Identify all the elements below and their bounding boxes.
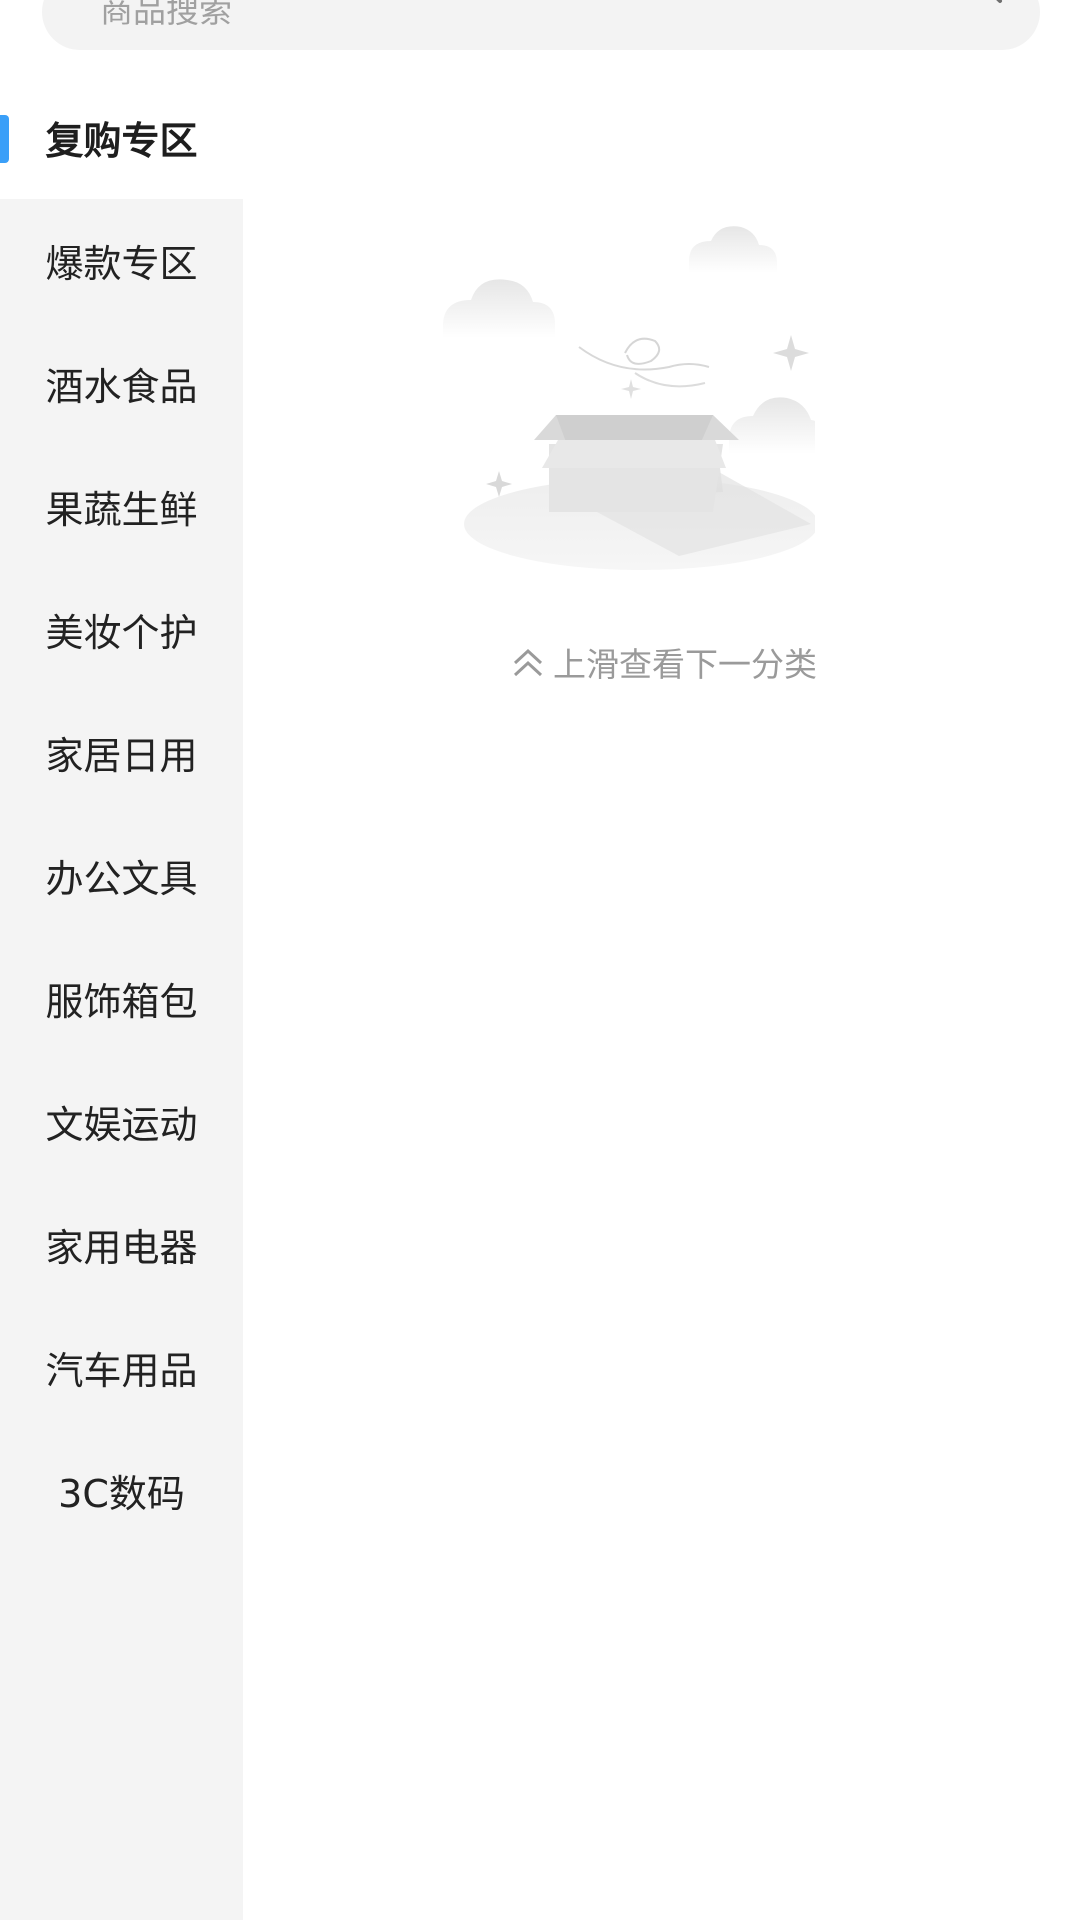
sidebar-item-label: 复购专区 (45, 119, 198, 163)
sidebar-item-label: 酒水食品 (45, 365, 198, 409)
category-content[interactable]: 上滑查看下一分类 (243, 76, 1080, 1920)
sidebar-item-label: 家用电器 (45, 1226, 198, 1270)
sidebar-item-label: 果蔬生鲜 (45, 488, 198, 532)
sidebar-item-digital[interactable]: 3C数码 (0, 1429, 243, 1552)
sidebar-item-home[interactable]: 家居日用 (0, 691, 243, 814)
sidebar-item-label: 3C数码 (58, 1472, 185, 1516)
search-bar[interactable] (42, 0, 1040, 50)
sidebar-item-label: 服饰箱包 (45, 980, 198, 1024)
empty-box-icon (443, 226, 815, 570)
sidebar-item-label: 美妆个护 (45, 611, 198, 655)
sidebar-item-beauty[interactable]: 美妆个护 (0, 568, 243, 691)
sidebar-item-label: 家居日用 (45, 734, 198, 778)
swipe-up-tip: 上滑查看下一分类 (511, 638, 817, 686)
chevron-up-icon (513, 648, 543, 677)
active-indicator (0, 115, 9, 163)
swipe-up-tip-text: 上滑查看下一分类 (553, 645, 817, 684)
sidebar-item-label: 爆款专区 (45, 242, 198, 286)
sidebar-item-auto[interactable]: 汽车用品 (0, 1306, 243, 1429)
sidebar-item-apparel[interactable]: 服饰箱包 (0, 937, 243, 1060)
search-icon[interactable] (946, 0, 1016, 36)
sidebar-item-hot[interactable]: 爆款专区 (0, 199, 243, 322)
search-input[interactable] (100, 0, 920, 38)
sidebar-item-label: 汽车用品 (45, 1349, 198, 1393)
sidebar-item-label: 文娱运动 (45, 1103, 198, 1147)
category-sidebar: 复购专区 爆款专区 酒水食品 果蔬生鲜 美妆个护 家居日用 办公文具 服饰箱包 … (0, 76, 243, 1920)
sidebar-item-repurchase[interactable]: 复购专区 (0, 76, 243, 199)
sidebar-item-drinks-food[interactable]: 酒水食品 (0, 322, 243, 445)
sidebar-item-appliances[interactable]: 家用电器 (0, 1183, 243, 1306)
sidebar-item-sports[interactable]: 文娱运动 (0, 1060, 243, 1183)
sidebar-item-office[interactable]: 办公文具 (0, 814, 243, 937)
sidebar-item-label: 办公文具 (45, 857, 198, 901)
sidebar-item-fresh-produce[interactable]: 果蔬生鲜 (0, 445, 243, 568)
